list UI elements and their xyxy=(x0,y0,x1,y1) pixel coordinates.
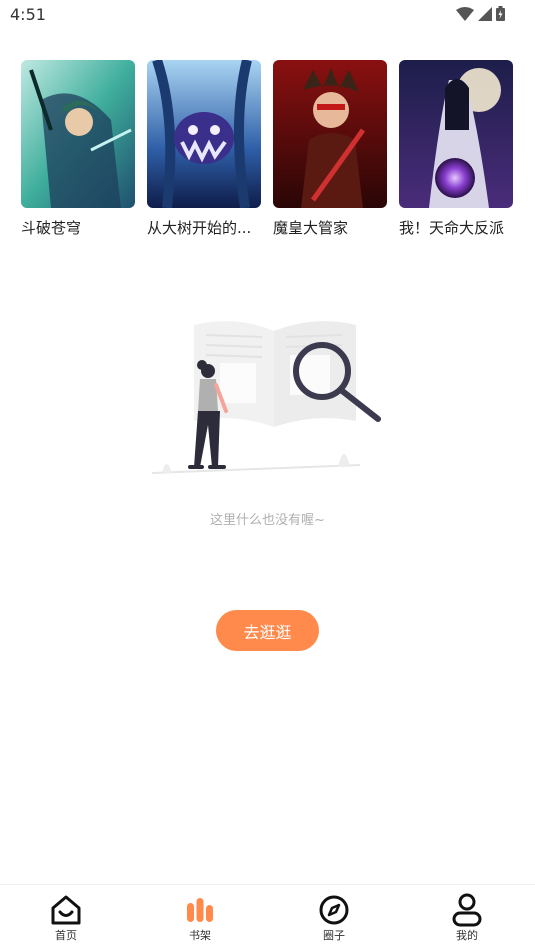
status-icons xyxy=(456,6,505,25)
status-time: 4:51 xyxy=(10,5,46,24)
signal-icon xyxy=(478,6,492,25)
status-bar: 4:51 xyxy=(0,0,535,30)
comic-title: 我！天命大反派 xyxy=(399,219,505,237)
comic-title: 斗破苍穹 xyxy=(21,219,82,237)
wifi-icon xyxy=(456,6,474,25)
bottom-nav: 首页 书架 圈子 我的 xyxy=(0,884,535,951)
empty-illustration xyxy=(150,315,390,480)
comic-cover[interactable] xyxy=(399,60,513,208)
empty-message: 这里什么也没有喔~ xyxy=(210,513,325,528)
comic-card[interactable]: 斗破苍穹 xyxy=(21,60,137,238)
comic-card[interactable]: 我！天命大反派 xyxy=(399,60,515,238)
home-icon xyxy=(49,893,83,927)
recommended-row: 斗破苍穹 从大树开始的... 魔皇大管家 我！天命大反派 xyxy=(21,60,515,240)
nav-label: 首页 xyxy=(55,929,77,942)
battery-icon xyxy=(496,6,505,25)
browse-button[interactable]: 去逛逛 xyxy=(216,610,319,651)
comic-cover[interactable] xyxy=(273,60,387,208)
compass-icon xyxy=(317,893,351,927)
comic-card[interactable]: 从大树开始的... xyxy=(147,60,263,238)
nav-item-profile[interactable]: 我的 xyxy=(432,893,502,943)
profile-icon xyxy=(450,893,484,927)
nav-label: 书架 xyxy=(189,929,211,942)
comic-cover[interactable] xyxy=(147,60,261,208)
comic-card[interactable]: 魔皇大管家 xyxy=(273,60,389,238)
comic-cover[interactable] xyxy=(21,60,135,208)
nav-label: 圈子 xyxy=(323,929,345,942)
nav-item-bookshelf[interactable]: 书架 xyxy=(165,893,235,943)
comic-title: 从大树开始的... xyxy=(147,219,252,237)
nav-item-home[interactable]: 首页 xyxy=(31,893,101,943)
comic-title: 魔皇大管家 xyxy=(273,219,349,237)
bookshelf-icon xyxy=(183,893,217,927)
nav-label: 我的 xyxy=(456,929,478,942)
nav-item-circle[interactable]: 圈子 xyxy=(299,893,369,943)
